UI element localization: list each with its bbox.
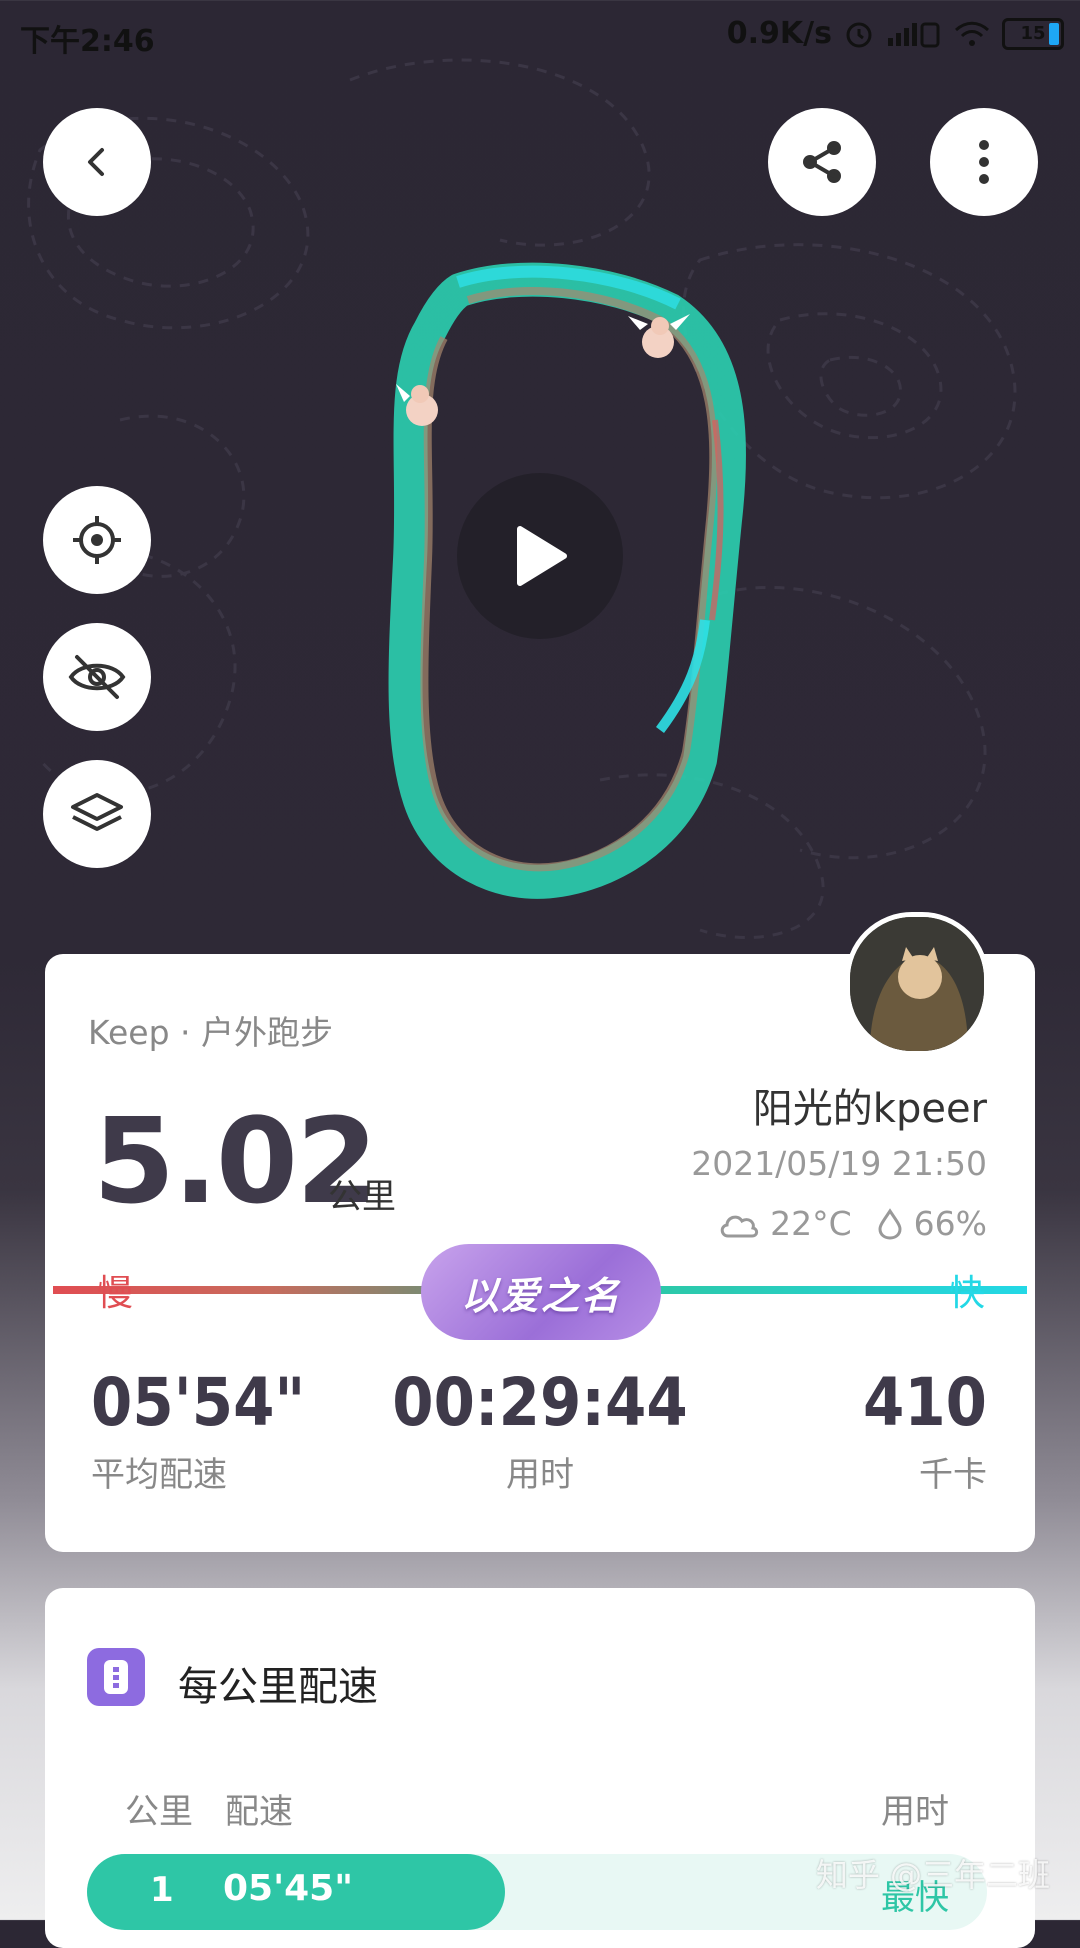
split-pace: 05'45" [223, 1868, 353, 1909]
layers-button[interactable] [43, 760, 151, 868]
weather-info: 22°C 66% [718, 1204, 987, 1243]
watermark: 知乎 @三年二班 [815, 1856, 1050, 1894]
humidity: 66% [913, 1204, 987, 1243]
duration-stat: 00:29:44 用时 [360, 1364, 720, 1496]
activity-source: Keep · 户外跑步 [88, 1013, 334, 1052]
col-pace: 配速 [225, 1792, 293, 1832]
run-datetime: 2021/05/19 21:50 [691, 1144, 987, 1183]
splits-icon [87, 1648, 145, 1706]
more-button[interactable] [930, 108, 1038, 216]
user-name[interactable]: 阳光的kpeer [753, 1076, 987, 1134]
splits-title: 每公里配速 [178, 1664, 378, 1710]
avatar-image [850, 917, 984, 1051]
eye-off-icon [68, 655, 126, 699]
alarm-icon [846, 22, 872, 47]
calories-value: 410 [863, 1364, 987, 1441]
avatar[interactable] [845, 912, 989, 1056]
back-icon [88, 148, 104, 176]
status-icons: 0.9K/s 15 [727, 16, 1064, 51]
battery-icon: 15 [1002, 17, 1064, 50]
hide-route-button[interactable] [43, 623, 151, 731]
more-icon [979, 140, 989, 184]
run-summary-card: Keep · 户外跑步 5.02 公里 阳光的kpeer 2021/05/19 … [45, 912, 1035, 1552]
route-map[interactable] [0, 0, 1080, 960]
duration-value: 00:29:44 [392, 1364, 688, 1441]
wifi-icon [954, 21, 990, 46]
play-button[interactable] [457, 473, 623, 639]
humidity-icon [878, 1207, 902, 1240]
splits-glyph [104, 1660, 128, 1694]
play-icon [517, 526, 567, 586]
calories-label: 千卡 [919, 1455, 987, 1495]
slow-label: 慢 [97, 1273, 134, 1314]
network-speed: 0.9K/s [726, 16, 832, 51]
share-icon [803, 141, 841, 183]
status-time: 下午2:46 [20, 24, 155, 59]
back-button[interactable] [43, 108, 151, 216]
locate-button[interactable] [43, 486, 151, 594]
share-button[interactable] [768, 108, 876, 216]
temperature: 22°C [770, 1204, 852, 1243]
duration-label: 用时 [506, 1455, 574, 1495]
calories-stat: 410 千卡 [863, 1364, 987, 1496]
avg-pace-label: 平均配速 [91, 1455, 227, 1495]
col-km: 公里 [125, 1792, 193, 1832]
layers-icon [71, 793, 123, 831]
status-bar: 下午2:46 0.9K/s 15 [0, 0, 1080, 70]
split-km: 1 [150, 1870, 174, 1910]
avg-pace-stat: 05'54" 平均配速 [91, 1364, 305, 1496]
signal-icon [888, 22, 940, 47]
avg-pace-value: 05'54" [91, 1364, 306, 1441]
route-badge[interactable]: 以爱之名 [421, 1244, 661, 1340]
battery-level: 15 [1020, 22, 1046, 44]
fast-label: 快 [948, 1273, 985, 1314]
cloud-icon [720, 1215, 759, 1237]
distance-unit: 公里 [328, 1177, 396, 1217]
locate-icon [73, 516, 121, 564]
col-time: 用时 [881, 1792, 949, 1832]
